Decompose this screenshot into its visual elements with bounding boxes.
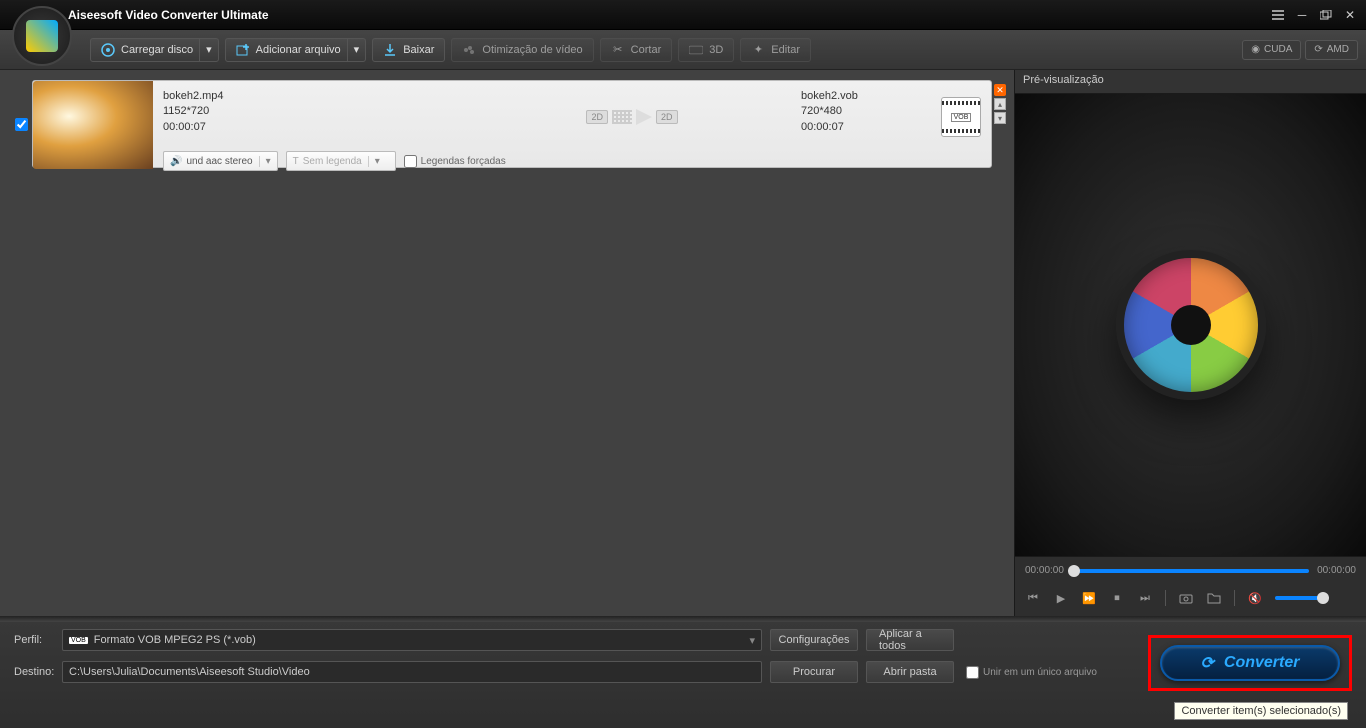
timeline-slider[interactable] xyxy=(1072,569,1309,573)
add-file-button[interactable]: Adicionar arquivo ▾ xyxy=(225,38,367,62)
scroll-up-button[interactable]: ▴ xyxy=(994,98,1006,110)
preview-video[interactable] xyxy=(1015,94,1366,556)
play-button[interactable]: ▶ xyxy=(1053,590,1069,606)
amd-badge[interactable]: ⟳ AMD xyxy=(1305,40,1358,60)
edit-label: Editar xyxy=(771,44,800,56)
scroll-down-button[interactable]: ▾ xyxy=(994,112,1006,124)
menu-icon[interactable] xyxy=(1270,8,1286,22)
load-disc-button[interactable]: Carregar disco ▾ xyxy=(90,38,219,62)
close-icon[interactable]: ✕ xyxy=(1342,8,1358,22)
edit-button[interactable]: ✦ Editar xyxy=(740,38,811,62)
merge-checkbox[interactable]: Unir em um único arquivo xyxy=(966,666,1097,679)
chevron-down-icon: ▾ xyxy=(368,156,380,167)
open-folder-button[interactable]: Abrir pasta xyxy=(866,661,954,683)
volume-slider[interactable] xyxy=(1275,596,1325,600)
dest-label: Destino: xyxy=(14,666,54,678)
download-button[interactable]: Baixar xyxy=(372,38,445,62)
file-list: bokeh2.mp4 1152*720 00:00:07 2D 2D bokeh… xyxy=(0,70,1014,618)
video-thumbnail[interactable] xyxy=(33,81,153,169)
disc-icon xyxy=(101,43,115,57)
nvidia-icon: ◉ xyxy=(1251,44,1260,55)
preview-header: Pré-visualização xyxy=(1015,70,1366,94)
scissors-icon: ✂ xyxy=(611,43,625,57)
cut-label: Cortar xyxy=(631,44,662,56)
app-title: Aiseesoft Video Converter Ultimate xyxy=(68,8,269,22)
conversion-arrow: 2D 2D xyxy=(475,89,789,145)
source-duration: 00:00:07 xyxy=(163,120,463,135)
profile-label: Perfil: xyxy=(14,634,54,646)
source-filename: bokeh2.mp4 xyxy=(163,89,463,104)
time-current: 00:00:00 xyxy=(1025,565,1064,576)
settings-button[interactable]: Configurações xyxy=(770,629,858,651)
time-total: 00:00:00 xyxy=(1317,565,1356,576)
dest-duration: 00:00:07 xyxy=(801,120,921,135)
dest-filename: bokeh2.vob xyxy=(801,89,921,104)
browse-button[interactable]: Procurar xyxy=(770,661,858,683)
refresh-icon: ⟳ xyxy=(1201,653,1214,673)
file-item[interactable]: bokeh2.mp4 1152*720 00:00:07 2D 2D bokeh… xyxy=(32,80,992,168)
optimize-icon xyxy=(462,43,476,57)
3d-button[interactable]: 3D xyxy=(678,38,734,62)
forced-subtitles-checkbox[interactable]: Legendas forçadas xyxy=(404,155,506,168)
folder-button[interactable] xyxy=(1206,590,1222,606)
app-logo xyxy=(12,6,72,66)
convert-tooltip: Converter item(s) selecionado(s) xyxy=(1174,702,1348,720)
dest-field[interactable]: C:\Users\Julia\Documents\Aiseesoft Studi… xyxy=(62,661,762,683)
format-icon[interactable]: VOB xyxy=(941,97,981,137)
stop-button[interactable]: ⏹ xyxy=(1109,590,1125,606)
remove-item-button[interactable]: ✕ xyxy=(994,84,1006,96)
preview-panel: Pré-visualização 00:00:00 00:00:00 ⏮ ▶ ⏩… xyxy=(1014,70,1366,618)
snapshot-button[interactable] xyxy=(1178,590,1194,606)
next-button[interactable]: ⏭ xyxy=(1137,590,1153,606)
toolbar: Carregar disco ▾ Adicionar arquivo ▾ Bai… xyxy=(0,30,1366,70)
3d-icon xyxy=(689,43,703,57)
bottom-panel: Perfil: VOB Formato VOB MPEG2 PS (*.vob)… xyxy=(0,618,1366,728)
maximize-icon[interactable] xyxy=(1318,8,1334,22)
text-icon: T xyxy=(293,156,299,167)
vob-icon: VOB xyxy=(69,637,88,644)
audio-track-select[interactable]: 🔊 und aac stereo ▾ xyxy=(163,151,278,171)
convert-button[interactable]: ⟳ Converter xyxy=(1160,645,1340,681)
download-label: Baixar xyxy=(403,44,434,56)
convert-highlight: ⟳ Converter xyxy=(1148,635,1352,691)
speaker-icon: 🔊 xyxy=(170,156,182,167)
minimize-icon[interactable]: ─ xyxy=(1294,8,1310,22)
download-icon xyxy=(383,43,397,57)
add-file-label: Adicionar arquivo xyxy=(256,44,341,56)
apply-all-button[interactable]: Aplicar a todos xyxy=(866,629,954,651)
chevron-down-icon[interactable]: ▾ xyxy=(347,39,366,61)
fast-forward-button[interactable]: ⏩ xyxy=(1081,590,1097,606)
prev-button[interactable]: ⏮ xyxy=(1025,590,1041,606)
dest-info: bokeh2.vob 720*480 00:00:07 xyxy=(801,89,921,145)
dest-resolution: 720*480 xyxy=(801,104,921,119)
chevron-down-icon: ▾ xyxy=(259,156,271,167)
optimize-button[interactable]: Otimização de vídeo xyxy=(451,38,593,62)
wand-icon: ✦ xyxy=(751,43,765,57)
cut-button[interactable]: ✂ Cortar xyxy=(600,38,673,62)
volume-icon[interactable]: 🔇 xyxy=(1247,590,1263,606)
aperture-logo xyxy=(1116,250,1266,400)
chevron-down-icon[interactable]: ▾ xyxy=(199,39,218,61)
amd-icon: ⟳ xyxy=(1314,44,1322,55)
source-info: bokeh2.mp4 1152*720 00:00:07 xyxy=(163,89,463,145)
file-checkbox[interactable] xyxy=(11,81,31,167)
titlebar: Aiseesoft Video Converter Ultimate ─ ✕ xyxy=(0,0,1366,30)
chevron-down-icon: ▾ xyxy=(749,634,755,647)
profile-select[interactable]: VOB Formato VOB MPEG2 PS (*.vob) ▾ xyxy=(62,629,762,651)
source-resolution: 1152*720 xyxy=(163,104,463,119)
add-file-icon xyxy=(236,43,250,57)
3d-label: 3D xyxy=(709,44,723,56)
subtitle-select[interactable]: T Sem legenda ▾ xyxy=(286,151,396,171)
optimize-label: Otimização de vídeo xyxy=(482,44,582,56)
load-disc-label: Carregar disco xyxy=(121,44,193,56)
cuda-badge[interactable]: ◉ CUDA xyxy=(1242,40,1301,60)
